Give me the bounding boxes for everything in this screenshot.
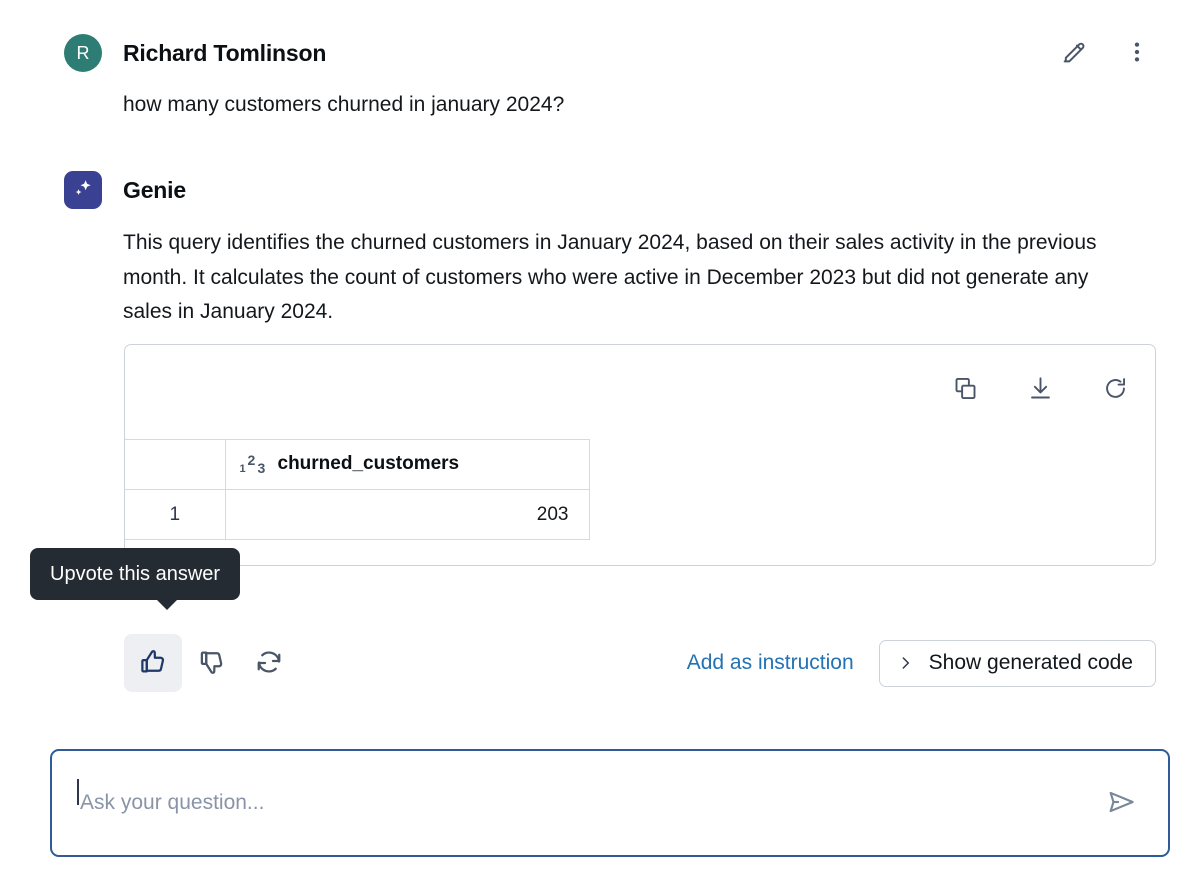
genie-message-text: This query identifies the churned custom… [123, 231, 1097, 323]
sparkle-icon [71, 176, 95, 205]
genie-badge [64, 171, 102, 209]
column-header-churned-customers: 1 2 3 churned_customers [225, 439, 590, 490]
composer-placeholder: Ask your question... [80, 791, 265, 814]
genie-name: Genie [123, 176, 186, 203]
send-button[interactable] [1102, 782, 1142, 825]
type-icon-digit-2: 2 [247, 452, 256, 469]
edit-button[interactable] [1056, 34, 1092, 73]
text-caret [77, 779, 79, 805]
genie-message-header: Genie [64, 169, 1154, 211]
copy-button[interactable] [948, 371, 983, 409]
type-icon-digit-3: 3 [257, 460, 266, 477]
result-table: 1 2 3 churned_customers 1 203 [125, 439, 590, 540]
thumbs-down-icon [196, 647, 226, 680]
add-as-instruction-button[interactable]: Add as instruction [687, 651, 854, 675]
row-index-header [125, 439, 226, 490]
message-header-actions [1056, 34, 1154, 73]
regenerate-button[interactable] [240, 634, 298, 692]
query-result-card: 1 2 3 churned_customers 1 203 [124, 344, 1156, 566]
more-options-button[interactable] [1120, 35, 1154, 72]
type-icon-digit-1: 1 [239, 463, 246, 476]
upvote-tooltip: Upvote this answer [30, 548, 241, 610]
downvote-button[interactable] [182, 634, 240, 692]
user-message-header: R Richard Tomlinson [64, 32, 1154, 74]
regenerate-icon [254, 647, 284, 680]
refresh-button[interactable] [1098, 371, 1133, 409]
download-button[interactable] [1023, 371, 1058, 409]
search-input[interactable]: Ask your question... [77, 779, 1102, 815]
result-toolbar [948, 371, 1133, 409]
upvote-button[interactable] [124, 634, 182, 692]
question-composer[interactable]: Ask your question... [50, 749, 1170, 857]
genie-message: Genie This query identifies the churned … [64, 169, 1154, 330]
kebab-menu-icon [1124, 39, 1150, 68]
user-name: Richard Tomlinson [123, 39, 327, 66]
download-icon [1027, 375, 1054, 405]
avatar-initial: R [76, 42, 90, 63]
refresh-icon [1102, 375, 1129, 405]
thumbs-up-icon [138, 647, 168, 680]
show-generated-code-label: Show generated code [928, 651, 1133, 674]
table-row: 1 203 [125, 489, 590, 540]
genie-conversation-page: R Richard Tomlinson how many customers c… [0, 0, 1200, 884]
table-body: 1 203 [125, 489, 590, 540]
send-icon [1106, 786, 1138, 821]
table-head: 1 2 3 churned_customers [125, 439, 590, 490]
number-type-icon: 1 2 3 [240, 453, 268, 475]
tooltip-text: Upvote this answer [50, 563, 221, 585]
user-message-text: how many customers churned in january 20… [123, 93, 565, 116]
table-header-row: 1 2 3 churned_customers [125, 439, 590, 490]
cell-churned-customers: 203 [225, 489, 590, 540]
copy-icon [952, 375, 979, 405]
show-generated-code-button[interactable]: Show generated code [878, 639, 1156, 687]
pencil-icon [1060, 38, 1088, 69]
feedback-actions-row: Add as instruction Show generated code [124, 634, 1156, 692]
row-index-cell: 1 [125, 489, 226, 540]
avatar: R [64, 34, 102, 72]
column-header-label: churned_customers [277, 453, 460, 475]
user-message: R Richard Tomlinson how many customers c… [64, 32, 1154, 122]
chevron-right-icon [898, 653, 913, 673]
